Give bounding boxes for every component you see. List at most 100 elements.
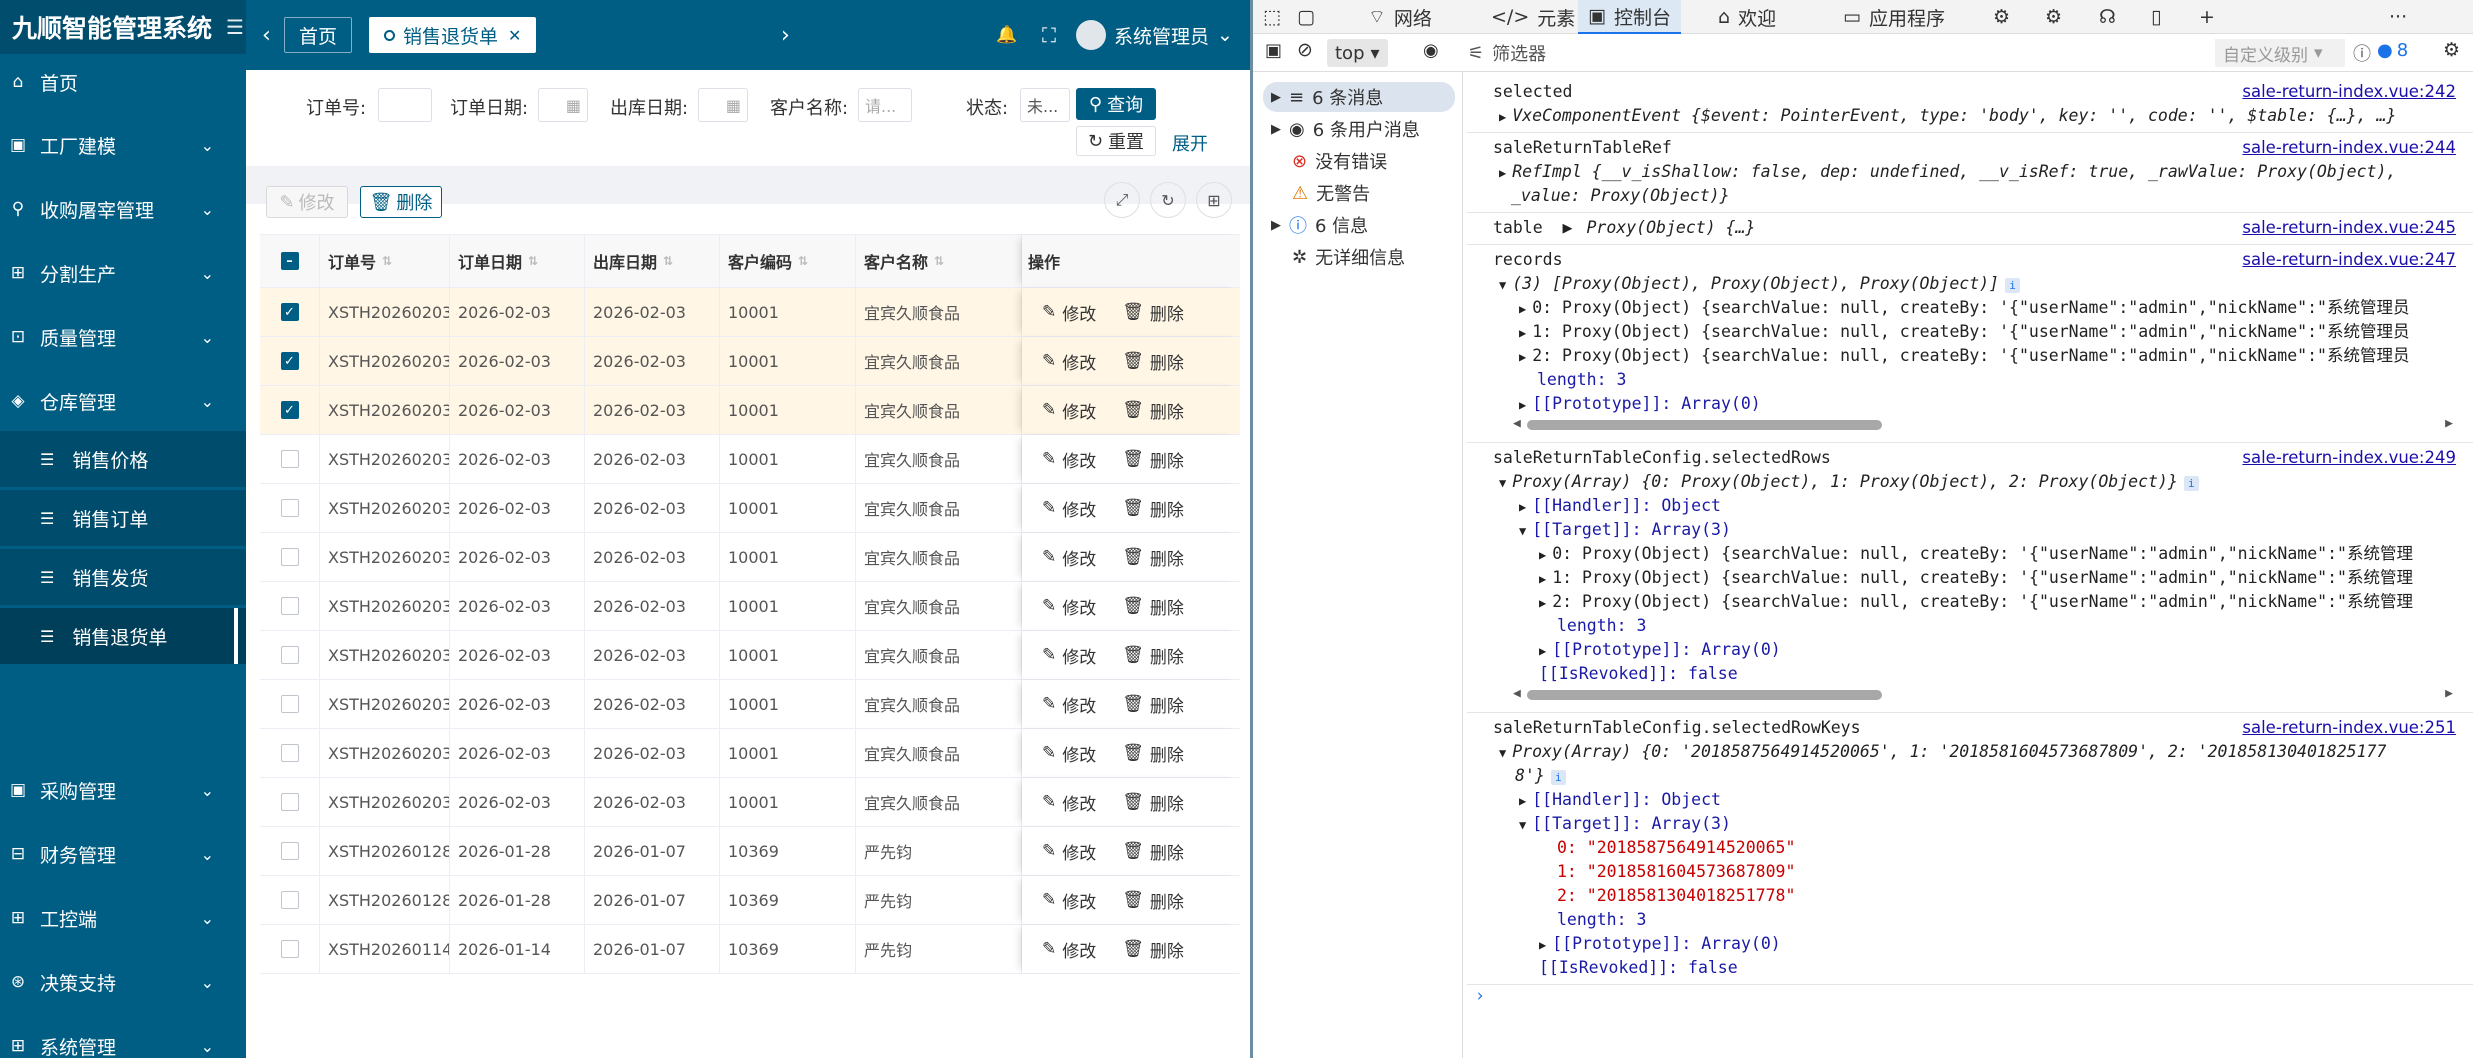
row-delete-button[interactable]: 🗑 删除 — [1122, 594, 1184, 619]
row-edit-button[interactable]: ✎ 修改 — [1042, 300, 1096, 325]
scroll-left-icon[interactable]: ◀ — [1513, 416, 1521, 431]
row-delete-button[interactable]: 🗑 删除 — [1122, 300, 1184, 325]
console-line[interactable]: ▶ 0: Proxy(Object) {searchValue: null, cr… — [1539, 542, 2413, 566]
console-line[interactable]: ▶ 1: Proxy(Object) {searchValue: null, cr… — [1519, 320, 2409, 344]
collapse-arrow-icon[interactable]: ▼ — [1519, 818, 1526, 832]
sidebar-subitem-2[interactable]: ☰ 销售发货 — [0, 549, 246, 605]
devtools-tab-5[interactable]: ⌂ 欢迎 — [1718, 0, 1776, 34]
sidebar-item-9[interactable]: ⊞ 工控端 ⌄ — [0, 890, 246, 946]
help-icon[interactable]: ⓘ — [2353, 40, 2371, 66]
scroll-left-icon[interactable]: ◀ — [1513, 686, 1521, 701]
table-row[interactable]: XSTH2026020300004 2026-02-03 2026-02-03 100… — [260, 533, 1240, 582]
console-line[interactable]: ▶ 2: Proxy(Object) {searchValue: null, cr… — [1539, 590, 2413, 614]
row-edit-button[interactable]: ✎ 修改 — [1042, 398, 1096, 423]
column-header[interactable]: 客户编码 ⇅ — [720, 235, 856, 287]
columns-button[interactable]: ⊞ — [1196, 182, 1232, 218]
column-header[interactable]: 订单日期 ⇅ — [450, 235, 585, 287]
console-line[interactable]: ▶ 2: Proxy(Object) {searchValue: null, cr… — [1519, 344, 2409, 368]
console-line[interactable]: ▶ RefImpl {__v_isShallow: false, dep: und… — [1499, 160, 2396, 184]
order-date-picker[interactable]: ▦ — [538, 88, 588, 122]
edit-button[interactable]: ✎ 修改 — [266, 186, 348, 218]
console-filter-item-3[interactable]: ⚠ 无警告 — [1271, 178, 1370, 208]
console-line[interactable]: ▶ 1: Proxy(Object) {searchValue: null, cr… — [1539, 566, 2413, 590]
row-checkbox[interactable] — [280, 450, 299, 468]
tab-sales-return[interactable]: 销售退货单 ✕ — [369, 17, 537, 53]
sort-icon[interactable]: ⇅ — [798, 254, 808, 268]
console-line[interactable]: ▶ [[Prototype]]: Array(0) — [1539, 638, 1781, 662]
row-delete-button[interactable]: 🗑 删除 — [1122, 741, 1184, 766]
row-delete-button[interactable]: 🗑 删除 — [1122, 888, 1184, 913]
row-edit-button[interactable]: ✎ 修改 — [1042, 496, 1096, 521]
row-edit-button[interactable]: ✎ 修改 — [1042, 839, 1096, 864]
row-checkbox[interactable] — [280, 842, 299, 860]
delete-button[interactable]: 🗑 删除 — [360, 186, 442, 218]
row-edit-button[interactable]: ✎ 修改 — [1042, 447, 1096, 472]
devtools-tab-1[interactable]: ▢ — [1297, 0, 1323, 34]
table-row[interactable]: XSTH2026020300002 2026-02-03 2026-02-03 100… — [260, 631, 1240, 680]
console-line[interactable]: ▶ [[Handler]]: Object — [1519, 494, 1721, 518]
row-checkbox[interactable]: ✓ — [280, 401, 299, 419]
row-delete-button[interactable]: 🗑 删除 — [1122, 447, 1184, 472]
table-proxy-value[interactable]: Proxy(Object) {…} — [1586, 218, 1755, 237]
sort-icon[interactable]: ⇅ — [663, 254, 673, 268]
source-link[interactable]: sale-return-index.vue:251 — [2242, 716, 2456, 740]
table-row[interactable]: XSTH2026011400001 2026-01-14 2026-01-07 103… — [260, 925, 1240, 974]
scroll-right-icon[interactable]: ▶ — [2445, 686, 2453, 701]
console-line[interactable]: ▶ VxeComponentEvent {$event: PointerEvent… — [1499, 104, 2396, 128]
log-level-select[interactable]: 自定义级别 ▾ — [2215, 39, 2345, 67]
expand-arrow-icon[interactable]: ▶ — [1499, 110, 1506, 124]
expand-arrow-icon[interactable]: ▶ — [1499, 166, 1506, 180]
horizontal-scrollbar[interactable]: ◀ ▶ — [1513, 686, 2453, 702]
row-delete-button[interactable]: 🗑 删除 — [1122, 790, 1184, 815]
sidebar-item-7[interactable]: ▣ 采购管理 ⌄ — [0, 762, 246, 818]
query-button[interactable]: ⚲ 查询 — [1076, 88, 1156, 120]
sidebar-item-8[interactable]: ⊟ 财务管理 ⌄ — [0, 826, 246, 882]
expand-arrow-icon[interactable]: ▶ — [1519, 350, 1526, 364]
row-checkbox[interactable] — [280, 891, 299, 909]
expand-arrow-icon[interactable]: ▶ — [1539, 938, 1546, 952]
console-filter-input[interactable]: ⚟ 筛选器 — [1468, 39, 2208, 67]
collapse-arrow-icon[interactable]: ▼ — [1499, 278, 1506, 292]
issues-badge[interactable]: ● 8 — [2377, 40, 2408, 61]
tab-close-icon[interactable]: ✕ — [508, 26, 521, 45]
row-edit-button[interactable]: ✎ 修改 — [1042, 790, 1096, 815]
info-badge-icon[interactable]: i — [2005, 278, 2020, 293]
clear-console-icon[interactable]: ⊘ — [1297, 39, 1313, 61]
row-edit-button[interactable]: ✎ 修改 — [1042, 692, 1096, 717]
collapse-arrow-icon[interactable]: ▼ — [1499, 746, 1506, 760]
devtools-tab-8[interactable]: ⚙ — [2045, 0, 2070, 34]
row-delete-button[interactable]: 🗑 删除 — [1122, 643, 1184, 668]
column-header[interactable]: 客户名称 ⇅ — [856, 235, 1022, 287]
row-delete-button[interactable]: 🗑 删除 — [1122, 545, 1184, 570]
info-badge-icon[interactable]: i — [1550, 770, 1566, 785]
user-menu[interactable]: 系统管理员 ⌄ — [1076, 17, 1233, 53]
console-filter-item-2[interactable]: ⊗ 没有错误 — [1271, 146, 1387, 176]
row-checkbox[interactable] — [280, 646, 299, 664]
devtools-tab-6[interactable]: ▭ 应用程序 — [1843, 0, 1945, 34]
row-edit-button[interactable]: ✎ 修改 — [1042, 741, 1096, 766]
sidebar-item-1[interactable]: ▣ 工厂建模 ⌄ — [0, 117, 246, 173]
expand-arrow-icon[interactable]: ▶ — [1539, 644, 1546, 658]
fullscreen-icon[interactable]: ⛶ — [1042, 17, 1056, 53]
scrollbar-thumb[interactable] — [1527, 690, 1882, 700]
console-line[interactable]: ▼ [[Target]]: Array(3) — [1519, 812, 1731, 836]
row-checkbox[interactable] — [280, 744, 299, 762]
sidebar-toggle-icon[interactable]: ▣ — [1265, 40, 1282, 61]
row-delete-button[interactable]: 🗑 删除 — [1122, 839, 1184, 864]
scroll-right-icon[interactable]: ▶ — [2445, 416, 2453, 431]
sidebar-subitem-1[interactable]: ☰ 销售订单 — [0, 490, 246, 546]
table-row[interactable]: ✓ XSTH2026020300007 2026-02-03 2026-02-03 10… — [260, 386, 1240, 435]
status-select[interactable]: 未... — [1020, 88, 1070, 122]
row-delete-button[interactable]: 🗑 删除 — [1122, 937, 1184, 962]
sort-icon[interactable]: ⇅ — [382, 254, 392, 268]
expand-link[interactable]: 展开 — [1172, 130, 1208, 156]
console-line[interactable]: ▼ Proxy(Array) {0: '2018587564914520065',… — [1499, 740, 2386, 764]
row-checkbox[interactable] — [280, 695, 299, 713]
table-row[interactable]: XSTH2026012800001 2026-01-28 2026-01-07 103… — [260, 876, 1240, 925]
sidebar-subitem-3[interactable]: ☰ 销售退货单 — [0, 608, 246, 664]
source-link[interactable]: sale-return-index.vue:242 — [2242, 80, 2456, 104]
tabs-prev-icon[interactable]: ‹ — [262, 17, 271, 53]
collapse-arrow-icon[interactable]: ▼ — [1519, 524, 1526, 538]
expand-arrow-icon[interactable]: ▶ — [1519, 326, 1526, 340]
row-delete-button[interactable]: 🗑 删除 — [1122, 692, 1184, 717]
